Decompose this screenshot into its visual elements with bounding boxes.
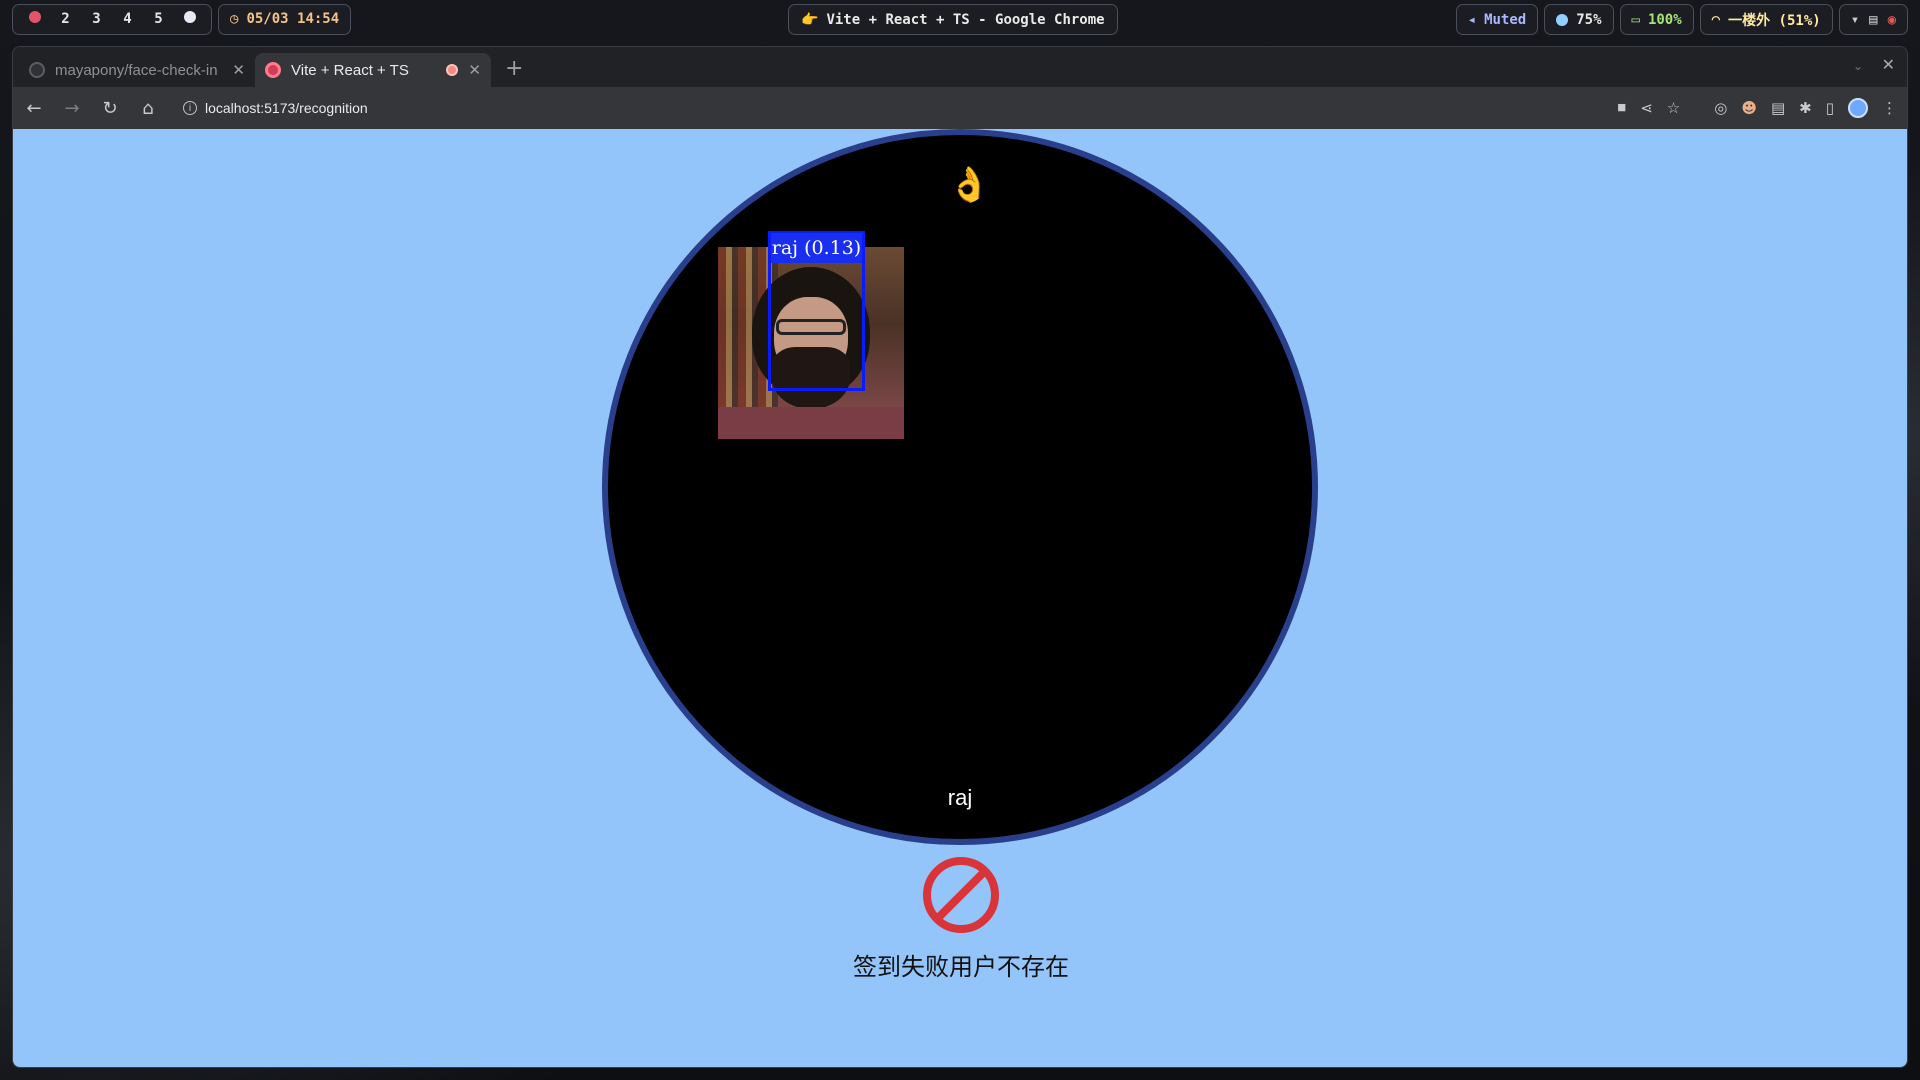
back-icon[interactable]: ← xyxy=(23,98,45,119)
cpu-icon xyxy=(1556,13,1569,26)
clock-icon: ◷ xyxy=(230,11,239,27)
app-tray-icon[interactable]: ◉ xyxy=(1888,12,1896,28)
wifi-icon: ◠ xyxy=(1711,11,1721,28)
home-icon[interactable]: ⌂ xyxy=(137,98,159,119)
ok-hand-emoji: 👌 xyxy=(948,165,991,205)
extension-card-icon[interactable]: ▤ xyxy=(1771,99,1785,117)
extensions-puzzle-icon[interactable]: ✱ xyxy=(1799,99,1812,117)
recording-indicator-icon xyxy=(446,64,459,76)
wifi-value: 一楼外 (51%) xyxy=(1728,12,1821,29)
vite-favicon-icon xyxy=(265,62,281,78)
status-bar: 2 3 4 5 ◷ 05/03 14:54 👉 Vite + React + T… xyxy=(0,0,1920,38)
tab-label: mayapony/face-check-in xyxy=(55,61,218,79)
battery-value: 100% xyxy=(1647,11,1682,28)
browser-menu-icon[interactable]: ⋮ xyxy=(1882,99,1897,117)
tab-label: Vite + React + TS xyxy=(291,61,409,79)
clock-widget[interactable]: ◷ 05/03 14:54 xyxy=(218,3,352,35)
workspace-switcher: 2 3 4 5 xyxy=(12,3,212,35)
forward-icon[interactable]: → xyxy=(61,98,83,119)
new-tab-button[interactable]: + xyxy=(505,56,523,81)
browser-window: mayapony/face-check-in ✕ Vite + React + … xyxy=(12,46,1908,1068)
address-bar[interactable]: i localhost:5173/recognition ■ ⋖ ☆ xyxy=(175,93,1699,123)
site-info-icon[interactable]: i xyxy=(183,101,197,115)
extension-face-icon[interactable]: ☻ xyxy=(1741,99,1757,117)
tab-close-icon[interactable]: ✕ xyxy=(232,61,245,79)
tab-strip: mayapony/face-check-in ✕ Vite + React + … xyxy=(13,47,1907,87)
clock-datetime: 05/03 14:54 xyxy=(246,11,340,27)
keyboard-tray-icon[interactable]: ▤ xyxy=(1869,12,1877,28)
active-window-title: 👉 Vite + React + TS - Google Chrome xyxy=(788,4,1118,35)
prohibited-icon xyxy=(923,857,999,933)
face-detection-box: raj (0.13) xyxy=(768,231,865,391)
speaker-icon: ◂ xyxy=(1467,11,1477,28)
cpu-widget[interactable]: 75% xyxy=(1544,4,1614,35)
window-close-icon[interactable]: ✕ xyxy=(1882,55,1895,74)
workspace-3[interactable]: 3 xyxy=(81,11,112,27)
tray: ▾ ▤ ◉ xyxy=(1838,4,1908,35)
workspace-5[interactable]: 5 xyxy=(143,11,174,27)
reload-icon[interactable]: ↻ xyxy=(99,98,121,119)
wifi-widget[interactable]: ◠ 一楼外 (51%) xyxy=(1699,4,1833,35)
bookmark-star-icon[interactable]: ☆ xyxy=(1667,99,1680,117)
camera-feed-circle: 👌 raj (0.13) raj xyxy=(602,129,1318,845)
workspace-4[interactable]: 4 xyxy=(112,11,143,27)
detection-label: raj (0.13) xyxy=(771,233,862,263)
camera-in-use-icon[interactable]: ■ xyxy=(1617,99,1626,117)
tab-vite[interactable]: Vite + React + TS ✕ xyxy=(255,53,491,87)
browser-toolbar: ← → ↻ ⌂ i localhost:5173/recognition ■ ⋖… xyxy=(13,87,1907,129)
side-panel-icon[interactable]: ▯ xyxy=(1826,99,1834,117)
battery-icon: ▭ xyxy=(1631,11,1640,28)
tab-close-icon[interactable]: ✕ xyxy=(468,61,481,79)
check-in-status-message: 签到失败用户不存在 xyxy=(853,953,1069,981)
tab-search-icon[interactable]: ⌄ xyxy=(1853,59,1863,73)
workspace-2[interactable]: 2 xyxy=(50,11,81,27)
extension-circle-icon[interactable]: ◎ xyxy=(1714,99,1727,117)
url-text[interactable]: localhost:5173/recognition xyxy=(205,100,1609,116)
workspace-empty-indicator[interactable] xyxy=(174,11,205,27)
hand-pointing-icon: 👉 xyxy=(801,11,819,28)
share-icon[interactable]: ⋖ xyxy=(1640,99,1653,117)
tab-github[interactable]: mayapony/face-check-in ✕ xyxy=(19,53,255,87)
workspace-active-indicator[interactable] xyxy=(19,11,50,27)
audio-widget[interactable]: ◂ Muted xyxy=(1455,4,1539,35)
profile-avatar[interactable] xyxy=(1848,98,1868,118)
recognized-name: raj xyxy=(947,785,973,810)
network-tray-icon[interactable]: ▾ xyxy=(1851,12,1859,28)
window-title-text: Vite + React + TS - Google Chrome xyxy=(826,11,1105,28)
github-favicon-icon xyxy=(29,62,45,78)
audio-status: Muted xyxy=(1484,11,1527,28)
page-viewport: 👌 raj (0.13) raj 签到失败用户不存在 xyxy=(13,129,1907,1067)
cpu-value: 75% xyxy=(1576,11,1602,28)
battery-widget[interactable]: ▭ 100% xyxy=(1619,4,1694,35)
